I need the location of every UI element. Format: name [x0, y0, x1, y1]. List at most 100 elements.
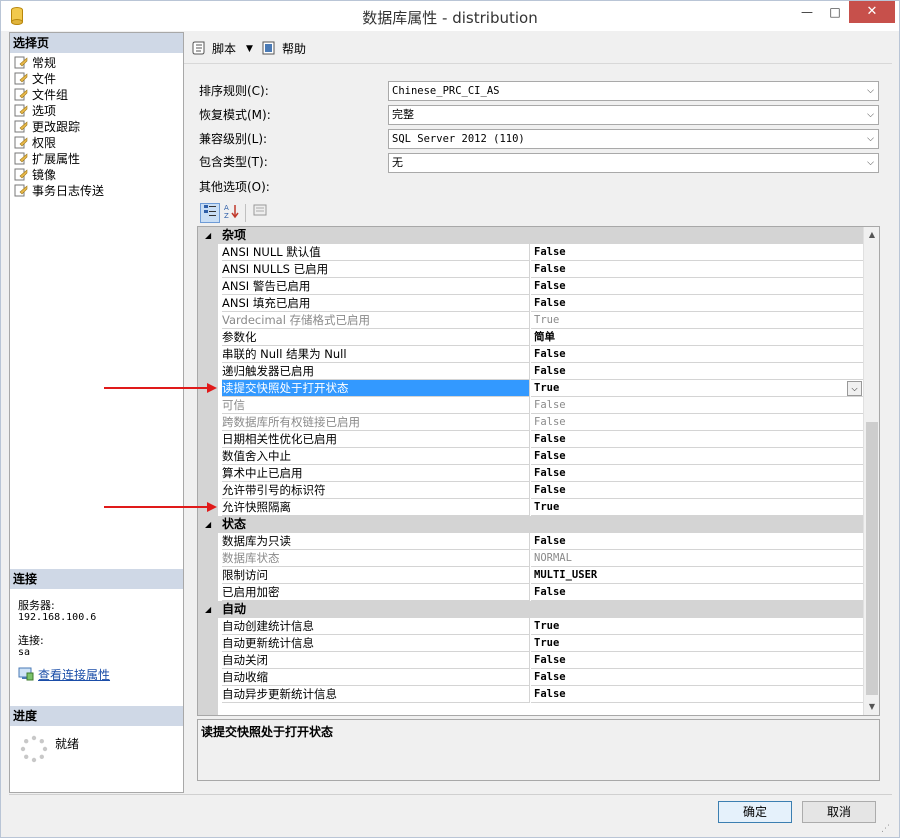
- cancel-button[interactable]: 取消: [802, 801, 876, 823]
- property-value[interactable]: False: [531, 261, 863, 278]
- grid-row[interactable]: ANSI 警告已启用 False: [198, 278, 863, 295]
- property-value[interactable]: False: [531, 482, 863, 499]
- grid-category[interactable]: ◢ 状态: [198, 516, 863, 533]
- grid-row[interactable]: 自动更新统计信息 True: [198, 635, 863, 652]
- property-name: 日期相关性优化已启用: [222, 431, 530, 448]
- collation-select[interactable]: Chinese_PRC_CI_AS ⌵: [388, 81, 879, 101]
- grid-row[interactable]: 读提交快照处于打开状态 True ⌵: [198, 380, 863, 397]
- property-value[interactable]: False: [531, 652, 863, 669]
- property-value[interactable]: True ⌵: [531, 380, 863, 397]
- property-value[interactable]: True: [531, 635, 863, 652]
- grid-row[interactable]: 数据库为只读 False: [198, 533, 863, 550]
- collapse-icon[interactable]: ◢: [205, 601, 211, 618]
- property-value[interactable]: False: [531, 397, 863, 414]
- grid-row[interactable]: 跨数据库所有权链接已启用 False: [198, 414, 863, 431]
- property-value[interactable]: False: [531, 414, 863, 431]
- ok-button[interactable]: 确定: [718, 801, 792, 823]
- categorized-icon: [204, 205, 216, 216]
- property-value[interactable]: False: [531, 431, 863, 448]
- property-value[interactable]: 简单: [531, 329, 863, 346]
- grid-row[interactable]: 算术中止已启用 False: [198, 465, 863, 482]
- property-value-text: NORMAL: [534, 552, 572, 564]
- property-name: 读提交快照处于打开状态: [222, 380, 530, 397]
- property-value[interactable]: NORMAL: [531, 550, 863, 567]
- grid-row[interactable]: 参数化 简单: [198, 329, 863, 346]
- script-dropdown-arrow[interactable]: ▼: [246, 40, 253, 58]
- page-icon: [14, 136, 28, 149]
- recovery-model-select[interactable]: 完整 ⌵: [388, 105, 879, 125]
- property-value[interactable]: True: [531, 618, 863, 635]
- recovery-model-label: 恢复模式(M):: [199, 108, 271, 122]
- nav-item-extended-properties[interactable]: 扩展属性: [14, 151, 80, 167]
- property-value[interactable]: False: [531, 363, 863, 380]
- grid-row[interactable]: ANSI NULLS 已启用 False: [198, 261, 863, 278]
- collapse-icon[interactable]: ◢: [205, 227, 211, 244]
- nav-item-options[interactable]: 选项: [14, 103, 56, 119]
- categorized-view-button[interactable]: [200, 203, 220, 223]
- grid-row[interactable]: 可信 False: [198, 397, 863, 414]
- grid-row[interactable]: 自动收缩 False: [198, 669, 863, 686]
- grid-row[interactable]: ANSI 填充已启用 False: [198, 295, 863, 312]
- grid-row[interactable]: ANSI NULL 默认值 False: [198, 244, 863, 261]
- property-value[interactable]: False: [531, 448, 863, 465]
- maximize-button[interactable]: □: [821, 1, 849, 23]
- containment-type-select[interactable]: 无 ⌵: [388, 153, 879, 173]
- minimize-button[interactable]: —: [793, 1, 821, 23]
- nav-item-log-shipping[interactable]: 事务日志传送: [14, 183, 104, 199]
- scroll-thumb[interactable]: [866, 422, 878, 695]
- compatibility-level-select[interactable]: SQL Server 2012 (110) ⌵: [388, 129, 879, 149]
- property-value[interactable]: False: [531, 686, 863, 703]
- script-button[interactable]: 脚本: [192, 40, 236, 58]
- property-value[interactable]: MULTI_USER: [531, 567, 863, 584]
- grid-category[interactable]: ◢ 自动: [198, 601, 863, 618]
- grid-row[interactable]: 自动关闭 False: [198, 652, 863, 669]
- nav-item-label: 常规: [32, 56, 57, 70]
- resize-grip-icon[interactable]: ⋰: [881, 824, 890, 834]
- grid-row[interactable]: 数据库状态 NORMAL: [198, 550, 863, 567]
- close-button[interactable]: ✕: [849, 1, 895, 23]
- grid-row[interactable]: 递归触发器已启用 False: [198, 363, 863, 380]
- property-value[interactable]: False: [531, 346, 863, 363]
- nav-item-permissions[interactable]: 权限: [14, 135, 56, 151]
- nav-item-filegroups[interactable]: 文件组: [14, 87, 68, 103]
- view-connection-link[interactable]: 查看连接属性: [38, 668, 110, 682]
- grid-row[interactable]: 自动异步更新统计信息 False: [198, 686, 863, 703]
- grid-row[interactable]: 串联的 Null 结果为 Null False: [198, 346, 863, 363]
- nav-item-general[interactable]: 常规: [14, 55, 56, 71]
- property-value[interactable]: False: [531, 533, 863, 550]
- property-value[interactable]: False: [531, 669, 863, 686]
- grid-row[interactable]: 自动创建统计信息 True: [198, 618, 863, 635]
- property-pages-button[interactable]: [250, 203, 270, 223]
- property-pages-icon: [253, 204, 267, 216]
- grid-row[interactable]: 允许快照隔离 True: [198, 499, 863, 516]
- property-value[interactable]: False: [531, 244, 863, 261]
- property-value[interactable]: True: [531, 499, 863, 516]
- property-value[interactable]: True: [531, 312, 863, 329]
- help-button[interactable]: 帮助: [262, 40, 306, 58]
- property-value-text: False: [534, 399, 566, 411]
- nav-item-change-tracking[interactable]: 更改跟踪: [14, 119, 80, 135]
- grid-row[interactable]: 限制访问 MULTI_USER: [198, 567, 863, 584]
- grid-row[interactable]: 数值舍入中止 False: [198, 448, 863, 465]
- alphabetical-view-button[interactable]: AZ: [222, 203, 242, 223]
- property-value[interactable]: False: [531, 295, 863, 312]
- scroll-up-icon[interactable]: ▲: [864, 227, 879, 243]
- property-value-text: False: [534, 365, 566, 377]
- nav-item-files[interactable]: 文件: [14, 71, 56, 87]
- grid-row[interactable]: Vardecimal 存储格式已启用 True: [198, 312, 863, 329]
- chevron-down-icon[interactable]: ⌵: [847, 381, 862, 396]
- nav-item-mirroring[interactable]: 镜像: [14, 167, 56, 183]
- grid-category[interactable]: ◢ 杂项: [198, 227, 863, 244]
- grid-row[interactable]: 日期相关性优化已启用 False: [198, 431, 863, 448]
- property-value-text: False: [534, 688, 566, 700]
- vertical-scrollbar[interactable]: ▲ ▼: [863, 227, 879, 715]
- property-value[interactable]: False: [531, 584, 863, 601]
- grid-row[interactable]: 允许带引号的标识符 False: [198, 482, 863, 499]
- property-value[interactable]: False: [531, 278, 863, 295]
- grid-row[interactable]: 已启用加密 False: [198, 584, 863, 601]
- property-name: 递归触发器已启用: [222, 363, 530, 380]
- view-connection-properties[interactable]: 查看连接属性: [18, 667, 110, 683]
- collapse-icon[interactable]: ◢: [205, 516, 211, 533]
- scroll-down-icon[interactable]: ▼: [864, 699, 879, 715]
- property-value[interactable]: False: [531, 465, 863, 482]
